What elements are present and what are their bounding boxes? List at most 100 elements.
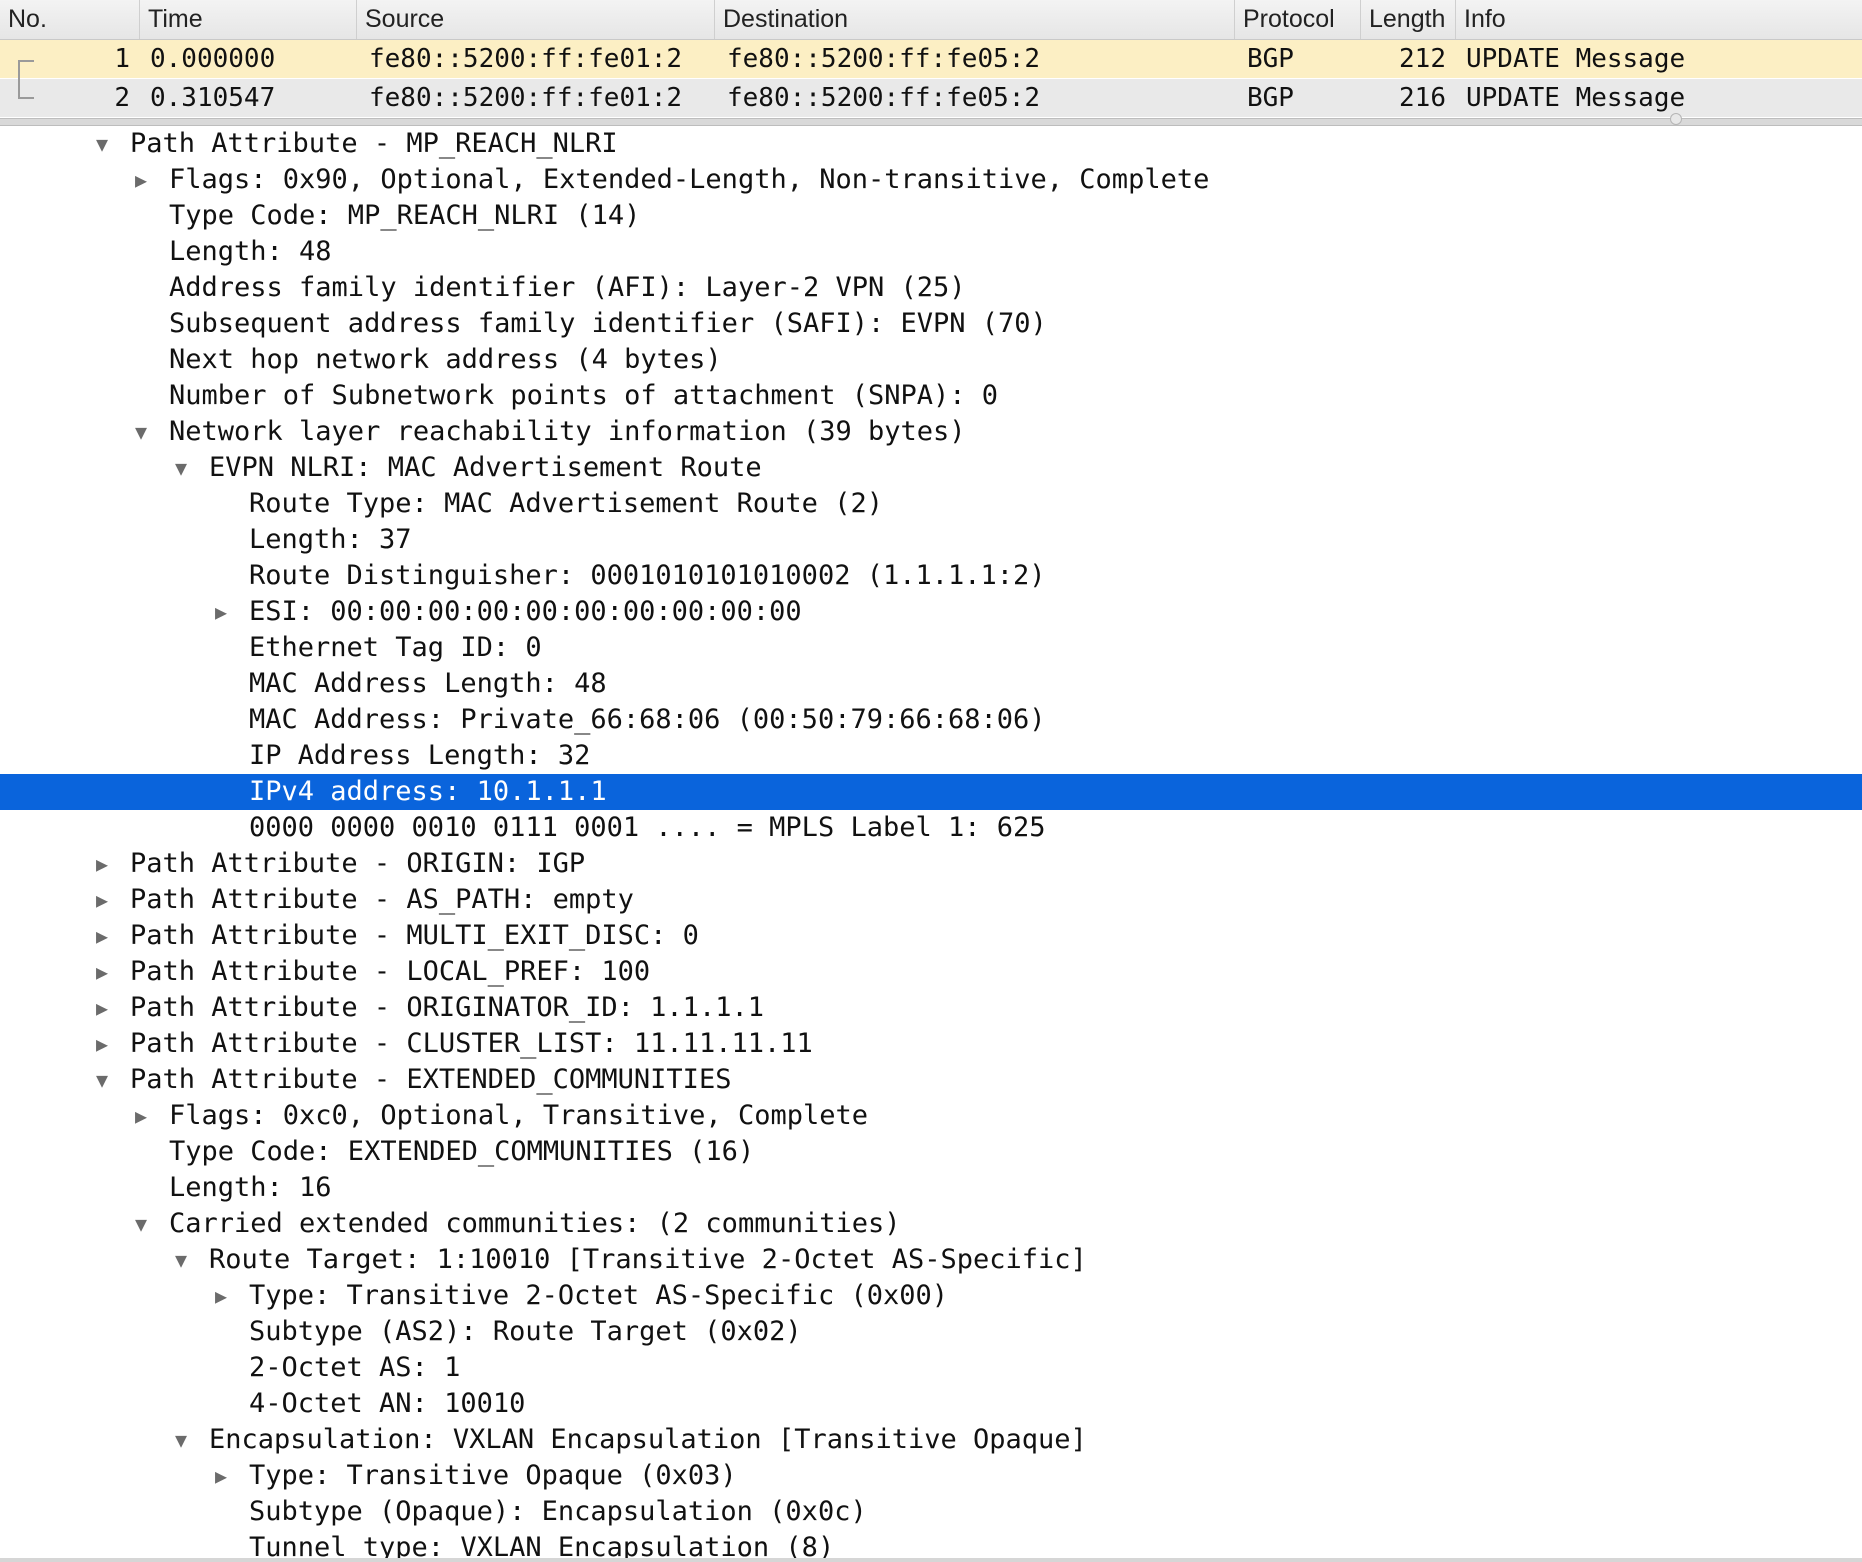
packet-no: 1 [114, 44, 130, 74]
tree-row[interactable]: ▶ Path Attribute - LOCAL_PREF: 100 [0, 954, 1862, 990]
expand-arrow-icon[interactable]: ▼ [169, 1422, 193, 1458]
conversation-bracket-icon [18, 60, 34, 80]
collapse-arrow-icon[interactable]: ▶ [209, 594, 233, 630]
packet-no: 2 [114, 83, 130, 113]
column-header-info[interactable]: Info [1456, 0, 1862, 39]
tree-row-label: Flags: 0x90, Optional, Extended-Length, … [169, 164, 1210, 195]
packet-length: 216 [1399, 83, 1446, 113]
splitter-handle-icon[interactable] [1670, 113, 1682, 125]
collapse-arrow-icon[interactable]: ▶ [90, 990, 114, 1026]
tree-row[interactable]: IP Address Length: 32 [0, 738, 1862, 774]
tree-row-label: Length: 16 [169, 1172, 332, 1203]
tree-row-label: Path Attribute - ORIGIN: IGP [130, 848, 586, 879]
expand-arrow-icon[interactable]: ▼ [129, 1206, 153, 1242]
conversation-bracket-icon [18, 79, 34, 99]
tree-row[interactable]: 0000 0000 0010 0111 0001 .... = MPLS Lab… [0, 810, 1862, 846]
tree-row[interactable]: ▶ ESI: 00:00:00:00:00:00:00:00:00:00 [0, 594, 1862, 630]
expand-arrow-icon[interactable]: ▼ [169, 450, 193, 486]
tree-row-label: MAC Address Length: 48 [249, 668, 607, 699]
collapse-arrow-icon[interactable]: ▶ [90, 954, 114, 990]
tree-row-label: Path Attribute - LOCAL_PREF: 100 [130, 956, 651, 987]
tree-row[interactable]: ▼ Path Attribute - MP_REACH_NLRI [0, 126, 1862, 162]
tree-row[interactable]: 2-Octet AS: 1 [0, 1350, 1862, 1386]
collapse-arrow-icon[interactable]: ▶ [129, 1098, 153, 1134]
tree-row[interactable]: ▶ Type: Transitive Opaque (0x03) [0, 1458, 1862, 1494]
tree-row-label: Path Attribute - AS_PATH: empty [130, 884, 634, 915]
packet-row[interactable]: 2 0.310547 fe80::5200:ff:fe01:2 fe80::52… [0, 79, 1862, 117]
tree-row[interactable]: Length: 48 [0, 234, 1862, 270]
packet-source: fe80::5200:ff:fe01:2 [369, 83, 683, 113]
tree-row-label: Subtype (AS2): Route Target (0x02) [249, 1316, 802, 1347]
tree-row[interactable]: ▶ Type: Transitive 2-Octet AS-Specific (0… [0, 1278, 1862, 1314]
expand-arrow-icon[interactable]: ▼ [90, 126, 114, 162]
column-header-source[interactable]: Source [357, 0, 715, 39]
tree-row-label: Route Target: 1:10010 [Transitive 2-Octe… [209, 1244, 1087, 1275]
collapse-arrow-icon[interactable]: ▶ [90, 846, 114, 882]
tree-row[interactable]: ▼ Route Target: 1:10010 [Transitive 2-Oct… [0, 1242, 1862, 1278]
tree-row-label: Path Attribute - CLUSTER_LIST: 11.11.11.… [130, 1028, 813, 1059]
tree-row[interactable]: ▶ Path Attribute - CLUSTER_LIST: 11.11.11… [0, 1026, 1862, 1062]
tree-row[interactable]: ▶ Flags: 0x90, Optional, Extended-Length,… [0, 162, 1862, 198]
tree-row[interactable]: Type Code: MP_REACH_NLRI (14) [0, 198, 1862, 234]
collapse-arrow-icon[interactable]: ▶ [209, 1458, 233, 1494]
collapse-arrow-icon[interactable]: ▶ [90, 882, 114, 918]
tree-row-label: Path Attribute - MP_REACH_NLRI [130, 128, 618, 159]
column-header-no[interactable]: No. [0, 0, 140, 39]
tree-row[interactable]: Subtype (AS2): Route Target (0x02) [0, 1314, 1862, 1350]
tree-row[interactable]: 4-Octet AN: 10010 [0, 1386, 1862, 1422]
tree-row[interactable]: ▼ Encapsulation: VXLAN Encapsulation [Tra… [0, 1422, 1862, 1458]
tree-row[interactable]: ▼ EVPN NLRI: MAC Advertisement Route [0, 450, 1862, 486]
tree-row[interactable]: Subsequent address family identifier (SA… [0, 306, 1862, 342]
tree-row-label: Length: 48 [169, 236, 332, 267]
expand-arrow-icon[interactable]: ▼ [129, 414, 153, 450]
collapse-arrow-icon[interactable]: ▶ [90, 918, 114, 954]
packet-list: 1 0.000000 fe80::5200:ff:fe01:2 fe80::52… [0, 40, 1862, 120]
packet-protocol: BGP [1247, 44, 1294, 74]
tree-row[interactable]: Type Code: EXTENDED_COMMUNITIES (16) [0, 1134, 1862, 1170]
collapse-arrow-icon[interactable]: ▶ [90, 1026, 114, 1062]
tree-row[interactable]: ▶ Path Attribute - MULTI_EXIT_DISC: 0 [0, 918, 1862, 954]
tree-row[interactable]: ▶ Flags: 0xc0, Optional, Transitive, Comp… [0, 1098, 1862, 1134]
column-header-length[interactable]: Length [1361, 0, 1456, 39]
tree-row[interactable]: Subtype (Opaque): Encapsulation (0x0c) [0, 1494, 1862, 1530]
tree-row[interactable]: ▶ Path Attribute - AS_PATH: empty [0, 882, 1862, 918]
tree-row-label: Type Code: EXTENDED_COMMUNITIES (16) [169, 1136, 755, 1167]
tree-row[interactable]: Address family identifier (AFI): Layer-2… [0, 270, 1862, 306]
tree-row[interactable]: Ethernet Tag ID: 0 [0, 630, 1862, 666]
tree-row[interactable]: Next hop network address (4 bytes) [0, 342, 1862, 378]
collapse-arrow-icon[interactable]: ▶ [129, 162, 153, 198]
collapse-arrow-icon[interactable]: ▶ [209, 1278, 233, 1314]
expand-arrow-icon[interactable]: ▼ [90, 1062, 114, 1098]
tree-row-label: Route Distinguisher: 0001010101010002 (1… [249, 560, 1046, 591]
tree-row[interactable]: ▼ Network layer reachability information … [0, 414, 1862, 450]
tree-row[interactable]: Route Distinguisher: 0001010101010002 (1… [0, 558, 1862, 594]
tree-row[interactable]: MAC Address Length: 48 [0, 666, 1862, 702]
packet-time: 0.310547 [150, 83, 276, 113]
column-header-time[interactable]: Time [140, 0, 357, 39]
tree-row[interactable]: ▶ Path Attribute - ORIGIN: IGP [0, 846, 1862, 882]
tree-row[interactable]: Length: 16 [0, 1170, 1862, 1206]
expand-arrow-icon[interactable]: ▼ [169, 1242, 193, 1278]
tree-row-label: Type Code: MP_REACH_NLRI (14) [169, 200, 641, 231]
tree-row[interactable]: Length: 37 [0, 522, 1862, 558]
packet-details-tree: ▼ Path Attribute - MP_REACH_NLRI ▶ Flags: 0… [0, 126, 1862, 1562]
tree-row[interactable]: ▼ Path Attribute - EXTENDED_COMMUNITIES [0, 1062, 1862, 1098]
tree-row-label: Number of Subnetwork points of attachmen… [169, 380, 999, 411]
tree-row[interactable]: Number of Subnetwork points of attachmen… [0, 378, 1862, 414]
tree-row[interactable]: Route Type: MAC Advertisement Route (2) [0, 486, 1862, 522]
tree-row-label: 4-Octet AN: 10010 [249, 1388, 526, 1419]
tree-row[interactable]: MAC Address: Private_66:68:06 (00:50:79:… [0, 702, 1862, 738]
tree-row-selected[interactable]: IPv4 address: 10.1.1.1 [0, 774, 1862, 810]
tree-row-label: Length: 37 [249, 524, 412, 555]
column-header-protocol[interactable]: Protocol [1235, 0, 1361, 39]
pane-splitter[interactable] [0, 118, 1862, 126]
tree-row[interactable]: ▼ Carried extended communities: (2 commun… [0, 1206, 1862, 1242]
column-header-destination[interactable]: Destination [715, 0, 1235, 39]
tree-row-label: IP Address Length: 32 [249, 740, 591, 771]
tree-row[interactable]: ▶ Path Attribute - ORIGINATOR_ID: 1.1.1.1 [0, 990, 1862, 1026]
packet-list-header: No. Time Source Destination Protocol Len… [0, 0, 1862, 40]
packet-row[interactable]: 1 0.000000 fe80::5200:ff:fe01:2 fe80::52… [0, 40, 1862, 80]
packet-protocol: BGP [1247, 83, 1294, 113]
tree-row-label: Encapsulation: VXLAN Encapsulation [Tran… [209, 1424, 1087, 1455]
packet-destination: fe80::5200:ff:fe05:2 [727, 83, 1041, 113]
